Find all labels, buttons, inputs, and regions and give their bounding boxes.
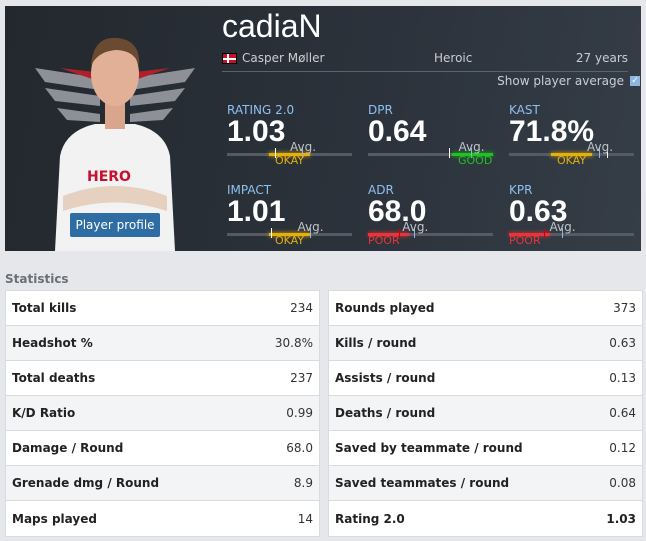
- table-row: Maps played 14: [6, 501, 319, 536]
- stat-rating-bar: Avg. GOOD: [368, 140, 493, 167]
- stat-number: 0.64: [609, 406, 636, 420]
- stat-dpr: DPR 0.64 Avg. GOOD: [368, 103, 494, 167]
- stat-number: 0.99: [286, 406, 313, 420]
- denmark-flag-icon: [222, 53, 237, 64]
- stat-number: 0.63: [609, 336, 636, 350]
- svg-text:HERO: HERO: [87, 169, 131, 185]
- stat-value: 0.64: [368, 115, 427, 148]
- rating-label: OKAY: [557, 154, 587, 167]
- rating-label: POOR: [509, 234, 541, 247]
- stat-name: Rating 2.0: [335, 511, 405, 526]
- player-nickname: cadiaN: [222, 8, 322, 44]
- average-label: Avg.: [549, 220, 576, 234]
- stat-name: Kills / round: [335, 336, 417, 350]
- table-row: K/D Ratio 0.99: [6, 396, 319, 431]
- stat-rating-bar: Avg. OKAY: [227, 220, 352, 247]
- statistics-heading: Statistics: [5, 272, 69, 286]
- statistics-table-right: Rounds played 373 Kills / round 0.63 Assists…: [328, 290, 643, 537]
- table-row: Saved teammates / round 0.08: [329, 466, 642, 501]
- stat-number: 68.0: [286, 441, 313, 455]
- table-row: Headshot % 30.8%: [6, 326, 319, 361]
- stat-value: 1.03: [227, 115, 286, 148]
- table-row: Kills / round 0.63: [329, 326, 642, 361]
- average-label: Avg.: [297, 220, 324, 234]
- stat-impact: IMPACT 1.01 Avg. OKAY: [227, 183, 353, 247]
- stat-name: Deaths / round: [335, 406, 436, 420]
- table-row: Total kills 234: [6, 291, 319, 326]
- rating-label: OKAY: [275, 154, 305, 167]
- stat-rating-2-0: RATING 2.0 1.03 Avg. OKAY: [227, 103, 353, 167]
- stat-name: Maps played: [12, 511, 97, 526]
- stat-name: Headshot %: [12, 336, 93, 350]
- rating-label: GOOD: [458, 154, 493, 167]
- stat-number: 30.8%: [274, 336, 313, 350]
- average-label: Avg.: [290, 140, 317, 154]
- show-average-toggle[interactable]: Show player average ✓: [497, 74, 640, 88]
- table-row: Grenade dmg / Round 8.9: [6, 466, 319, 501]
- stat-name: Rounds played: [335, 301, 435, 315]
- player-age: 27 years: [575, 51, 628, 65]
- stat-kpr: KPR 0.63 Avg. POOR: [509, 183, 635, 247]
- show-average-checkbox[interactable]: ✓: [630, 76, 640, 86]
- stat-name: Saved teammates / round: [335, 476, 510, 490]
- rating-label: POOR: [368, 234, 400, 247]
- stat-name: Grenade dmg / Round: [12, 476, 160, 490]
- stat-rating-bar: Avg. OKAY: [509, 140, 634, 167]
- real-name: Casper Møller: [242, 51, 325, 65]
- stat-number: 0.13: [609, 371, 636, 385]
- team-link[interactable]: Heroic: [434, 51, 472, 65]
- stat-name: Total deaths: [12, 371, 96, 385]
- table-row: Saved by teammate / round 0.12: [329, 431, 642, 466]
- stat-name: Damage / Round: [12, 441, 124, 455]
- stat-adr: ADR 68.0 Avg. POOR: [368, 183, 494, 247]
- stat-number: 14: [297, 511, 313, 526]
- player-value-marker: [270, 228, 272, 238]
- rating-label: OKAY: [275, 234, 305, 247]
- statistics-table-left: Total kills 234 Headshot % 30.8% Total death…: [5, 290, 320, 537]
- stat-number: 237: [290, 371, 313, 385]
- stat-number: 373: [613, 301, 636, 315]
- table-row: Rounds played 373: [329, 291, 642, 326]
- stat-number: 8.9: [293, 476, 313, 490]
- player-info-row: Casper Møller Heroic 27 years: [222, 50, 628, 72]
- player-profile-button[interactable]: Player profile: [70, 213, 160, 237]
- table-row: Assists / round 0.13: [329, 361, 642, 396]
- stat-name: Total kills: [12, 301, 77, 315]
- average-label: Avg.: [458, 140, 485, 154]
- stat-name: K/D Ratio: [12, 406, 76, 420]
- stat-number: 0.08: [609, 476, 636, 490]
- show-average-label: Show player average: [497, 74, 624, 88]
- stat-value: 1.01: [227, 195, 286, 228]
- stat-rating-bar: Avg. POOR: [509, 220, 634, 247]
- stat-name: Saved by teammate / round: [335, 441, 523, 455]
- stat-rating-bar: Avg. OKAY: [227, 140, 352, 167]
- stat-name: Assists / round: [335, 371, 436, 385]
- stat-kast: KAST 71.8% Avg. OKAY: [509, 103, 635, 167]
- player-value-marker: [449, 148, 451, 158]
- table-row: Rating 2.0 1.03: [329, 501, 642, 536]
- stat-number: 1.03: [606, 511, 636, 526]
- stat-rating-bar: Avg. POOR: [368, 220, 493, 247]
- average-label: Avg.: [587, 140, 614, 154]
- average-label: Avg.: [402, 220, 429, 234]
- player-value-marker: [544, 228, 545, 238]
- table-row: Total deaths 237: [6, 361, 319, 396]
- stat-number: 0.12: [609, 441, 636, 455]
- table-row: Damage / Round 68.0: [6, 431, 319, 466]
- table-row: Deaths / round 0.64: [329, 396, 642, 431]
- stat-number: 234: [290, 301, 313, 315]
- stat-value: 71.8%: [509, 115, 595, 148]
